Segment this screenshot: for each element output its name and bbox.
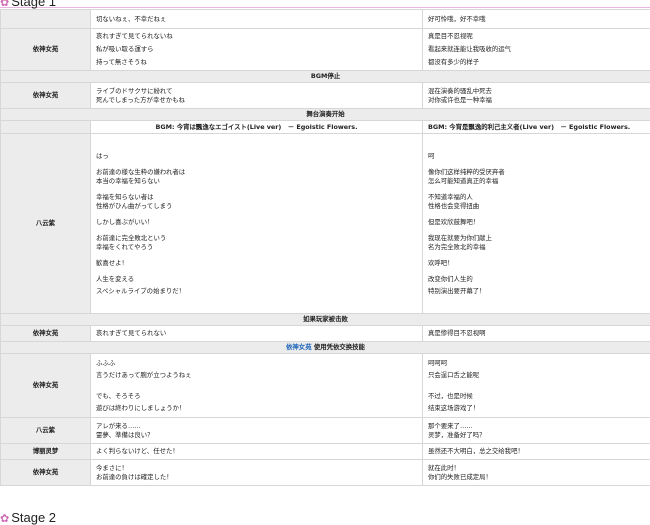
table-row: 依神女苑 今まさに！お前達の負けは確定した！ 就在此时！你们的失败已成定局！	[1, 460, 650, 486]
speaker-cell: 依神女苑	[1, 83, 91, 109]
table-row: 依神女苑 哀れすぎて見てられない 真是惨得目不忍视啊	[1, 326, 650, 342]
ja-cell: アレが来る……霊夢、準備は良い？	[91, 418, 423, 444]
speaker-cell: 八云紫	[1, 134, 91, 314]
bgm-row: BGM: 今宵は飄逸なエゴイスト(Live ver) － Egoistic Fl…	[1, 121, 650, 134]
table-row: 依神女苑 ライブのドサクサに紛れて死んでしまった方が幸せかもね 混在演奏的骚乱中…	[1, 83, 650, 109]
ja-cell: 哀れすぎて見てられない	[91, 326, 423, 342]
zh-cell: 呵 像你们这样纯粹的受厌弃者 怎么可能知道真正的幸福 不知道幸福的人 性格也会变…	[423, 134, 650, 314]
table-row: 切ないねぇ、不幸だねぇ 好可怜哦，好不幸哦	[1, 10, 650, 29]
table-row: 八云紫 アレが来る……霊夢、準備は良い？ 那个要来了……灵梦，准备好了吗？	[1, 418, 650, 444]
flower-icon: ✿	[0, 0, 9, 9]
speaker-cell: 依神女苑	[1, 460, 91, 486]
banner-row: 如果玩家被击败	[1, 314, 650, 326]
script-table: 切ないねぇ、不幸だねぇ 好可怜哦，好不幸哦 依神女苑 哀れすぎて見てられないね私…	[0, 9, 650, 486]
ja-cell: 今まさに！お前達の負けは確定した！	[91, 460, 423, 486]
table-row: 博丽灵梦 よく判らないけど、任せた！ 虽然还不大明白，总之交给我吧！	[1, 444, 650, 460]
ja-cell: ふふふ 言うだけあって腕が立つようねぇ でも、そろそろ 遊びは終わりにしましょう…	[91, 354, 423, 418]
banner-player-lose: 如果玩家被击败	[1, 314, 650, 326]
zh-cell: 虽然还不大明白，总之交给我吧！	[423, 444, 650, 460]
banner-stage-start: 舞台演奏开始	[1, 109, 650, 121]
banner-row: BGM停止	[1, 71, 650, 83]
zh-cell: 呵呵呵 只会逞口舌之能呢 不过，也是时候 结束这场游戏了！	[423, 354, 650, 418]
ja-cell: ライブのドサクサに紛れて死んでしまった方が幸せかもね	[91, 83, 423, 109]
stage-title: Stage 1	[11, 0, 56, 9]
speaker-cell: 依神女苑	[1, 326, 91, 342]
speaker-cell: 依神女苑	[1, 29, 91, 71]
zh-cell: 就在此时！你们的失败已成定局！	[423, 460, 650, 486]
zh-cell: 真是惨得目不忍视啊	[423, 326, 650, 342]
speaker-cell: 依神女苑	[1, 354, 91, 418]
banner-row: 舞台演奏开始	[1, 109, 650, 121]
table-row: 依神女苑 哀れすぎて見てられないね私が吸い取る運すら持って無さそうね 真是目不忍…	[1, 29, 650, 71]
bgm-zh: BGM: 今宵是飘逸的利己主义者(Live ver) － Egoistic Fl…	[423, 121, 650, 134]
table-row: 依神女苑 ふふふ 言うだけあって腕が立つようねぇ でも、そろそろ 遊びは終わりに…	[1, 354, 650, 418]
speaker-cell	[1, 121, 91, 134]
ja-cell: 切ないねぇ、不幸だねぇ	[91, 10, 423, 29]
zh-cell: 好可怜哦，好不幸哦	[423, 10, 650, 29]
ja-cell: よく判らないけど、任せた！	[91, 444, 423, 460]
banner-possession-swap: 依神女苑 使用凭依交换技能	[1, 342, 650, 354]
ja-cell: はっ お前達の様な生粋の嫌われ者は 本当の幸福を知らない 幸福を知らない者は 性…	[91, 134, 423, 314]
banner-row: 依神女苑 使用凭依交换技能	[1, 342, 650, 354]
zh-cell: 真是目不忍视呢看起来就连能让我吸收的运气都没有多少的样子	[423, 29, 650, 71]
speaker-cell: 八云紫	[1, 418, 91, 444]
stage-2-header: ✿Stage 2	[0, 513, 650, 523]
stage-1-header: ✿Stage 1	[0, 0, 650, 8]
ja-cell: 哀れすぎて見てられないね私が吸い取る運すら持って無さそうね	[91, 29, 423, 71]
speaker-cell: 博丽灵梦	[1, 444, 91, 460]
zh-cell: 那个要来了……灵梦，准备好了吗？	[423, 418, 650, 444]
flower-icon: ✿	[0, 513, 9, 525]
bgm-ja: BGM: 今宵は飄逸なエゴイスト(Live ver) － Egoistic Fl…	[91, 121, 423, 134]
character-link[interactable]: 依神女苑	[286, 343, 312, 351]
speaker-cell	[1, 10, 91, 29]
table-row: 八云紫 はっ お前達の様な生粋の嫌われ者は 本当の幸福を知らない 幸福を知らない…	[1, 134, 650, 314]
zh-cell: 混在演奏的骚乱中死去对你或许也是一种幸福	[423, 83, 650, 109]
banner-bgm-stop: BGM停止	[1, 71, 650, 83]
